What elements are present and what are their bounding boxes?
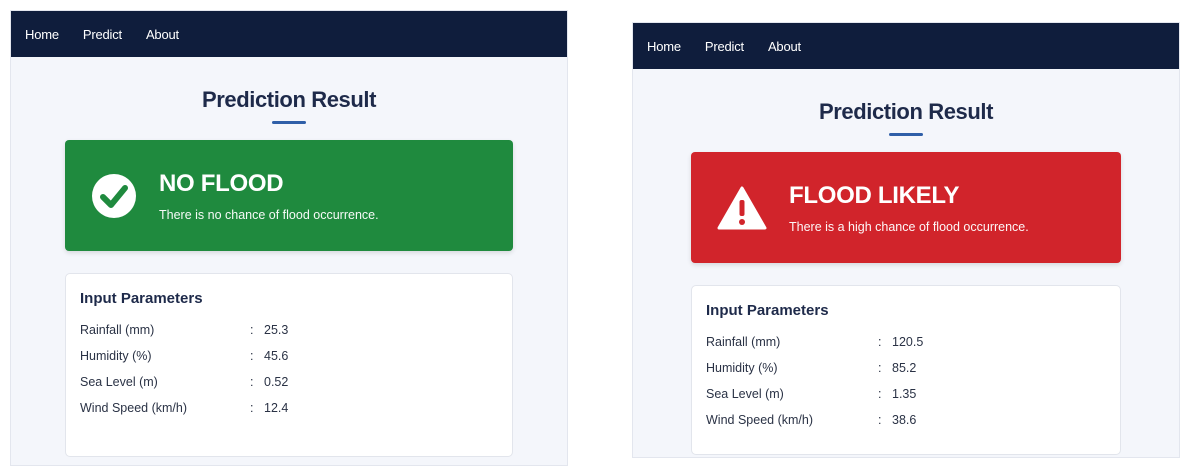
param-row-wind-speed: Wind Speed (km/h) : 38.6 bbox=[706, 407, 1106, 433]
nav-link-home[interactable]: Home bbox=[25, 27, 59, 42]
nav-link-about[interactable]: About bbox=[146, 27, 179, 42]
result-description: There is no chance of flood occurrence. bbox=[159, 207, 379, 222]
param-value: 25.3 bbox=[264, 323, 289, 337]
screenshot-stage: Home Predict About Prediction Result NO … bbox=[0, 0, 1198, 472]
result-banner: FLOOD LIKELY There is a high chance of f… bbox=[691, 152, 1121, 263]
param-colon: : bbox=[250, 349, 254, 363]
result-banner: NO FLOOD There is no chance of flood occ… bbox=[65, 140, 513, 251]
page-content: Prediction Result NO FLOOD There is no c… bbox=[11, 57, 567, 457]
param-value: 45.6 bbox=[264, 349, 289, 363]
warning-triangle-icon bbox=[717, 185, 767, 231]
check-circle-icon bbox=[91, 173, 137, 219]
nav-link-predict[interactable]: Predict bbox=[705, 39, 744, 54]
param-row-humidity: Humidity (%) : 45.6 bbox=[80, 343, 498, 369]
page-content: Prediction Result FLOOD LIKELY There is … bbox=[633, 69, 1179, 455]
result-text: NO FLOOD There is no chance of flood occ… bbox=[159, 170, 379, 222]
title-section: Prediction Result bbox=[691, 69, 1121, 136]
param-row-sea-level: Sea Level (m) : 0.52 bbox=[80, 369, 498, 395]
param-value: 85.2 bbox=[892, 361, 917, 375]
page-title: Prediction Result bbox=[201, 87, 377, 112]
param-label: Wind Speed (km/h) bbox=[706, 413, 813, 427]
param-colon: : bbox=[250, 375, 254, 389]
result-text: FLOOD LIKELY There is a high chance of f… bbox=[789, 182, 1029, 234]
param-label: Rainfall (mm) bbox=[706, 335, 781, 349]
input-parameters-card: Input Parameters Rainfall (mm) : 25.3 Hu… bbox=[65, 273, 513, 457]
title-underline bbox=[272, 121, 306, 124]
param-row-rainfall: Rainfall (mm) : 120.5 bbox=[706, 329, 1106, 355]
param-label: Sea Level (m) bbox=[706, 387, 784, 401]
param-label: Humidity (%) bbox=[80, 349, 152, 363]
param-value: 12.4 bbox=[264, 401, 289, 415]
result-panel-flood-likely: Home Predict About Prediction Result FLO… bbox=[632, 22, 1180, 458]
param-colon: : bbox=[250, 323, 254, 337]
param-value: 120.5 bbox=[892, 335, 924, 349]
page-title: Prediction Result bbox=[818, 99, 994, 124]
param-label: Sea Level (m) bbox=[80, 375, 158, 389]
nav-link-home[interactable]: Home bbox=[647, 39, 681, 54]
input-parameters-card: Input Parameters Rainfall (mm) : 120.5 H… bbox=[691, 285, 1121, 455]
params-heading: Input Parameters bbox=[706, 302, 829, 319]
param-colon: : bbox=[250, 401, 254, 415]
navbar: Home Predict About bbox=[11, 11, 567, 57]
result-heading: FLOOD LIKELY bbox=[789, 181, 960, 209]
nav-link-predict[interactable]: Predict bbox=[83, 27, 122, 42]
navbar: Home Predict About bbox=[633, 23, 1179, 69]
title-underline bbox=[889, 133, 923, 136]
param-label: Rainfall (mm) bbox=[80, 323, 155, 337]
title-section: Prediction Result bbox=[65, 57, 513, 124]
param-value: 38.6 bbox=[892, 413, 917, 427]
param-colon: : bbox=[878, 387, 882, 401]
param-colon: : bbox=[878, 335, 882, 349]
param-row-wind-speed: Wind Speed (km/h) : 12.4 bbox=[80, 395, 498, 421]
param-colon: : bbox=[878, 361, 882, 375]
param-row-sea-level: Sea Level (m) : 1.35 bbox=[706, 381, 1106, 407]
result-heading: NO FLOOD bbox=[159, 169, 284, 197]
param-colon: : bbox=[878, 413, 882, 427]
nav-link-about[interactable]: About bbox=[768, 39, 801, 54]
param-value: 0.52 bbox=[264, 375, 289, 389]
param-label: Wind Speed (km/h) bbox=[80, 401, 187, 415]
params-heading: Input Parameters bbox=[80, 290, 203, 307]
param-value: 1.35 bbox=[892, 387, 917, 401]
param-label: Humidity (%) bbox=[706, 361, 778, 375]
param-row-rainfall: Rainfall (mm) : 25.3 bbox=[80, 317, 498, 343]
result-description: There is a high chance of flood occurren… bbox=[789, 219, 1029, 234]
result-panel-no-flood: Home Predict About Prediction Result NO … bbox=[10, 10, 568, 466]
param-row-humidity: Humidity (%) : 85.2 bbox=[706, 355, 1106, 381]
